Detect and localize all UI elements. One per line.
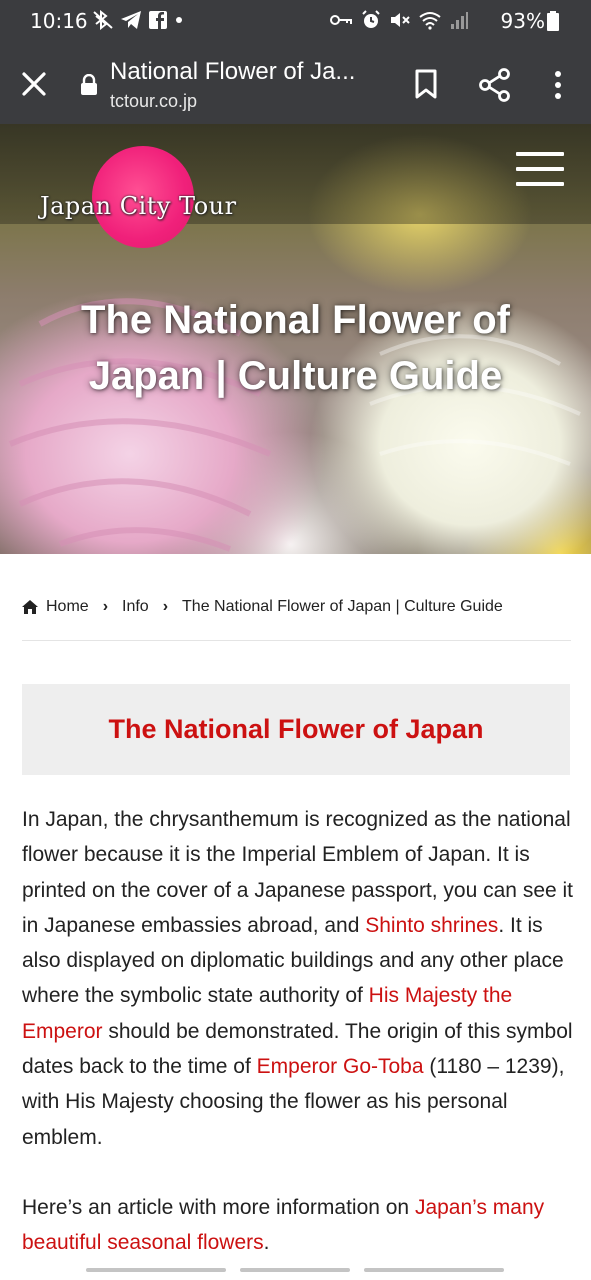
signal-icon	[451, 12, 468, 29]
chevron-right-icon: ›	[162, 598, 169, 615]
notification-icons	[92, 10, 184, 30]
battery-icon	[547, 11, 559, 31]
section-heading-box: The National Flower of Japan	[22, 684, 570, 775]
telegram-icon	[121, 11, 141, 29]
browser-toolbar: National Flower of Ja... tctour.co.jp	[0, 44, 591, 124]
home-icon[interactable]	[22, 600, 38, 614]
bookmark-icon[interactable]	[412, 68, 440, 100]
article-body: In Japan, the chrysanthemum is recognize…	[22, 802, 577, 1261]
breadcrumb: Home › Info › The National Flower of Jap…	[22, 598, 571, 641]
lock-icon[interactable]	[80, 74, 98, 96]
mute-icon	[391, 13, 410, 27]
article-paragraph: Here’s an article with more information …	[22, 1190, 577, 1261]
battery-percent: 93%	[500, 9, 545, 33]
nav-indicator	[240, 1268, 350, 1272]
more-vert-icon[interactable]	[548, 68, 568, 102]
page-title[interactable]: National Flower of Ja...	[110, 58, 390, 86]
paragraph-text: Here’s an article with more information …	[22, 1195, 415, 1219]
link-emperor-go-toba[interactable]: Emperor Go-Toba	[257, 1055, 424, 1078]
nav-indicator	[86, 1268, 226, 1272]
nav-indicator	[364, 1268, 504, 1272]
article-paragraph: In Japan, the chrysanthemum is recognize…	[22, 802, 577, 1155]
site-logo[interactable]: Japan City Tour	[40, 142, 250, 252]
close-icon[interactable]	[20, 70, 48, 98]
hero-banner: Japan City Tour The National Flower of J…	[0, 124, 591, 554]
status-bar: 10:16 93%	[0, 0, 591, 44]
breadcrumb-home[interactable]: Home	[46, 598, 89, 616]
page-url[interactable]: tctour.co.jp	[110, 91, 197, 112]
system-icons	[329, 10, 469, 30]
link-shinto-shrines[interactable]: Shinto shrines	[365, 914, 498, 937]
chevron-right-icon: ›	[102, 598, 109, 615]
breadcrumb-current: The National Flower of Japan | Culture G…	[182, 598, 503, 615]
wifi-icon	[419, 12, 441, 30]
facebook-icon	[149, 11, 167, 29]
share-icon[interactable]	[478, 68, 512, 102]
breadcrumb-info[interactable]: Info	[122, 598, 149, 616]
alarm-icon	[362, 10, 380, 28]
status-time: 10:16	[30, 9, 88, 33]
hamburger-menu-icon[interactable]	[516, 152, 564, 186]
dot-icon	[176, 17, 182, 23]
hero-title: The National Flower of Japan | Culture G…	[81, 298, 510, 398]
section-heading: The National Flower of Japan	[108, 714, 484, 744]
vpn-key-icon	[330, 15, 352, 25]
logo-text: Japan City Tour	[40, 192, 237, 220]
paragraph-text: .	[263, 1231, 270, 1255]
bluetooth-off-icon	[93, 10, 113, 30]
